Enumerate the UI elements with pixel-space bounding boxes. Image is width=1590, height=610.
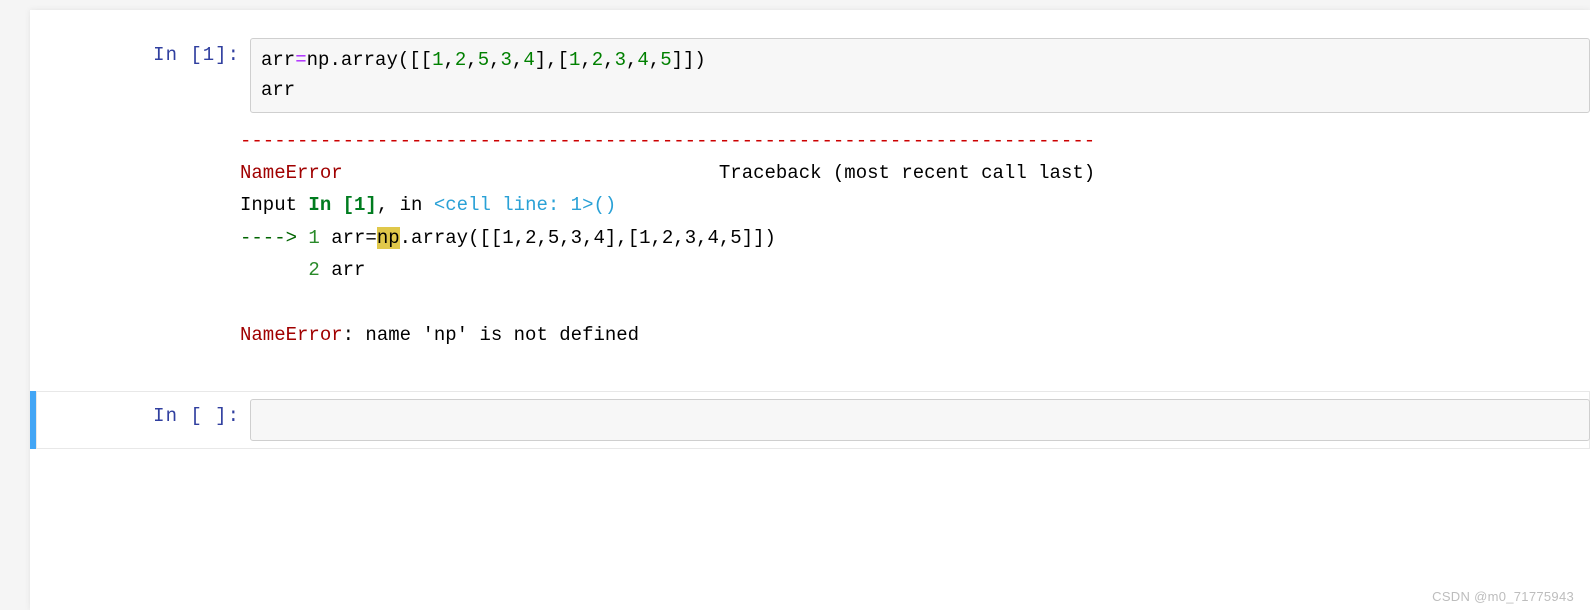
traceback-lineno: 2 [308, 259, 319, 281]
traceback-code: arr= [320, 227, 377, 249]
code-token: , [512, 49, 523, 71]
code-token: 4 [523, 49, 534, 71]
code-token: 4 [637, 49, 648, 71]
code-token: ([[ [398, 49, 432, 71]
code-input-2[interactable] [250, 399, 1590, 441]
traceback-lineno: 1 [308, 227, 319, 249]
code-token: 1 [432, 49, 443, 71]
input-prompt-1: In [1]: [30, 38, 250, 113]
code-token: , [443, 49, 454, 71]
traceback-line: () [594, 194, 617, 216]
code-token: arr [261, 79, 295, 101]
code-token: , [603, 49, 614, 71]
traceback-line: In [1] [308, 194, 376, 216]
code-cell-2[interactable]: In [ ]: [30, 391, 1590, 449]
code-token: 1 [569, 49, 580, 71]
traceback-arrow: ----> [240, 227, 308, 249]
traceback-code: arr [320, 259, 366, 281]
code-cell-1[interactable]: In [1]: arr=np.array([[1,2,5,3,4],[1,2,3… [30, 30, 1590, 121]
code-token: = [295, 49, 306, 71]
code-token: ],[ [535, 49, 569, 71]
traceback-code: .array([[1,2,5,3,4],[1,2,3,4,5]]) [400, 227, 776, 249]
code-token: , [489, 49, 500, 71]
output-prompt-spacer [30, 125, 240, 351]
error-name: NameError [240, 324, 343, 346]
traceback-line: , in [377, 194, 434, 216]
code-token: arr [261, 49, 295, 71]
code-token: array [341, 49, 398, 71]
output-cell-1: ----------------------------------------… [30, 121, 1590, 361]
code-token: , [626, 49, 637, 71]
traceback-label: Traceback (most recent call last) [719, 162, 1095, 184]
error-message: : name 'np' is not defined [343, 324, 639, 346]
code-token: 3 [501, 49, 512, 71]
code-input-1[interactable]: arr=np.array([[1,2,5,3,4],[1,2,3,4,5]]) … [250, 38, 1590, 113]
watermark: CSDN @m0_71775943 [1432, 589, 1574, 604]
code-token: 3 [615, 49, 626, 71]
code-token: ]]) [672, 49, 706, 71]
traceback-cell-link: <cell line: 1> [434, 194, 594, 216]
code-token: 5 [660, 49, 671, 71]
traceback-output: ----------------------------------------… [240, 125, 1590, 351]
code-token: np [307, 49, 330, 71]
input-prompt-2: In [ ]: [36, 399, 250, 441]
code-token: 5 [478, 49, 489, 71]
code-token: 2 [592, 49, 603, 71]
notebook: In [1]: arr=np.array([[1,2,5,3,4],[1,2,3… [30, 10, 1590, 610]
code-token: , [466, 49, 477, 71]
code-token: , [649, 49, 660, 71]
code-token: , [580, 49, 591, 71]
code-token: . [329, 49, 340, 71]
error-name: NameError [240, 162, 343, 184]
traceback-separator: ----------------------------------------… [240, 130, 1095, 152]
traceback-highlight: np [377, 227, 400, 249]
traceback-line: Input [240, 194, 308, 216]
code-token: 2 [455, 49, 466, 71]
